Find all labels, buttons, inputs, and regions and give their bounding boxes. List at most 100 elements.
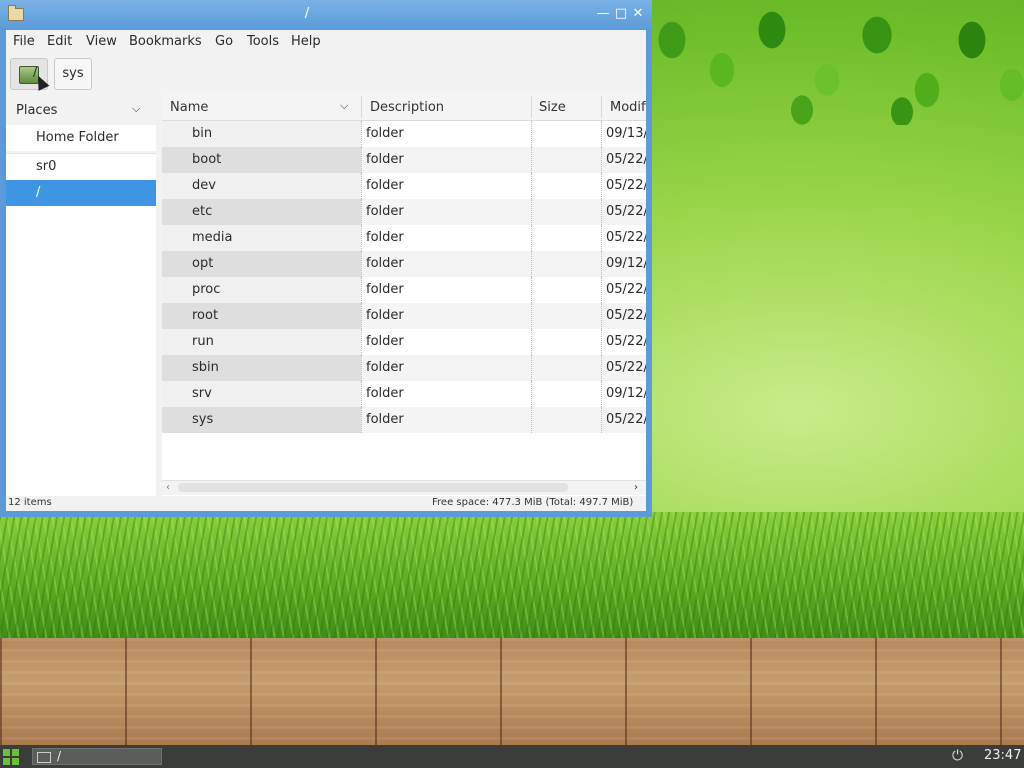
- file-size-cell: [531, 199, 601, 225]
- sidebar-item-label: sr0: [36, 159, 57, 174]
- column-divider: [531, 225, 532, 251]
- taskbar: / ⏻ 23:47: [0, 745, 1024, 768]
- column-divider: [531, 355, 532, 381]
- folder-icon: [37, 752, 51, 763]
- file-modified: 05/22/: [606, 230, 646, 245]
- scroll-right-arrow-icon[interactable]: ›: [634, 482, 638, 493]
- table-row[interactable]: run folder 05/22/: [162, 329, 646, 355]
- horizontal-scrollbar[interactable]: ‹ ›: [162, 480, 646, 495]
- column-header-description[interactable]: Description: [370, 100, 444, 115]
- file-modified-cell: 05/22/: [601, 303, 646, 329]
- column-header-name[interactable]: Name: [170, 100, 208, 115]
- column-divider: [601, 277, 602, 303]
- menu-tools[interactable]: Tools: [247, 34, 279, 49]
- file-description: folder: [366, 412, 404, 427]
- minimize-button[interactable]: —: [596, 7, 610, 21]
- taskbar-window-label: /: [57, 749, 62, 763]
- column-divider[interactable]: [531, 96, 532, 118]
- taskbar-window-button[interactable]: /: [32, 748, 162, 765]
- column-header-modified[interactable]: Modifi: [610, 100, 646, 115]
- table-row[interactable]: dev folder 05/22/: [162, 173, 646, 199]
- chevron-down-icon[interactable]: ⌵: [132, 102, 140, 116]
- column-divider: [531, 329, 532, 355]
- file-name-cell: proc: [162, 277, 361, 303]
- table-row[interactable]: opt folder 09/12/: [162, 251, 646, 277]
- file-modified-cell: 05/22/: [601, 173, 646, 199]
- file-name: root: [192, 308, 219, 323]
- column-divider: [531, 381, 532, 407]
- column-divider: [361, 251, 362, 277]
- path-bar: / sys: [6, 54, 646, 96]
- file-modified: 05/22/: [606, 360, 646, 375]
- column-divider[interactable]: [601, 96, 602, 118]
- column-divider: [531, 173, 532, 199]
- sidebar-item-home-folder[interactable]: Home Folder: [6, 125, 156, 151]
- file-name-cell: root: [162, 303, 361, 329]
- file-name: sbin: [192, 360, 219, 375]
- start-menu-icon[interactable]: [3, 749, 19, 765]
- column-divider: [361, 355, 362, 381]
- scrollbar-thumb[interactable]: [178, 483, 568, 492]
- file-name: etc: [192, 204, 213, 219]
- window-title: /: [304, 6, 310, 21]
- column-divider: [601, 147, 602, 173]
- file-name-cell: sys: [162, 407, 361, 433]
- file-description: folder: [366, 360, 404, 375]
- column-divider: [531, 121, 532, 147]
- table-row[interactable]: etc folder 05/22/: [162, 199, 646, 225]
- file-modified-cell: 05/22/: [601, 277, 646, 303]
- path-button-root[interactable]: /: [10, 58, 50, 91]
- file-name: proc: [192, 282, 221, 297]
- file-modified-cell: 05/22/: [601, 147, 646, 173]
- file-description-cell: folder: [361, 407, 531, 433]
- scroll-left-arrow-icon[interactable]: ‹: [166, 482, 170, 493]
- sidebar-item-sr0[interactable]: sr0: [6, 153, 156, 180]
- file-manager-window: / — □ ✕ File Edit View Bookmarks Go Tool…: [0, 0, 652, 517]
- table-row[interactable]: proc folder 05/22/: [162, 277, 646, 303]
- table-row[interactable]: boot folder 05/22/: [162, 147, 646, 173]
- column-header-size[interactable]: Size: [539, 100, 566, 115]
- file-modified-cell: 05/22/: [601, 199, 646, 225]
- close-button[interactable]: ✕: [631, 7, 645, 21]
- table-row[interactable]: root folder 05/22/: [162, 303, 646, 329]
- file-modified-cell: 05/22/: [601, 329, 646, 355]
- column-divider: [601, 225, 602, 251]
- table-row[interactable]: media folder 05/22/: [162, 225, 646, 251]
- column-divider: [531, 407, 532, 433]
- file-modified: 05/22/: [606, 334, 646, 349]
- file-description: folder: [366, 204, 404, 219]
- window-content: File Edit View Bookmarks Go Tools Help /…: [6, 30, 646, 511]
- power-icon[interactable]: ⏻: [952, 748, 963, 764]
- table-row[interactable]: sbin folder 05/22/: [162, 355, 646, 381]
- menu-bookmarks[interactable]: Bookmarks: [129, 34, 202, 49]
- column-divider: [361, 303, 362, 329]
- column-divider[interactable]: [361, 96, 362, 118]
- file-description: folder: [366, 282, 404, 297]
- wallpaper-grass: [0, 512, 1024, 640]
- file-list-header: Name ⌵ Description Size Modifi: [162, 94, 646, 121]
- file-name-cell: media: [162, 225, 361, 251]
- places-header[interactable]: Places: [16, 103, 57, 118]
- menu-help[interactable]: Help: [291, 34, 321, 49]
- window-titlebar[interactable]: / — □ ✕: [0, 0, 652, 30]
- file-name-cell: bin: [162, 121, 361, 147]
- menu-edit[interactable]: Edit: [47, 34, 72, 49]
- path-button-sys[interactable]: sys: [54, 58, 92, 90]
- file-modified-cell: 05/22/: [601, 355, 646, 381]
- table-row[interactable]: bin folder 09/13/: [162, 121, 646, 147]
- file-name-cell: sbin: [162, 355, 361, 381]
- maximize-button[interactable]: □: [614, 7, 628, 21]
- file-modified-cell: 09/13/: [601, 121, 646, 147]
- menu-view[interactable]: View: [86, 34, 117, 49]
- table-row[interactable]: srv folder 09/12/: [162, 381, 646, 407]
- sidebar-item-root[interactable]: /: [6, 180, 156, 206]
- file-modified: 09/12/: [606, 256, 646, 271]
- file-modified-cell: 09/12/: [601, 381, 646, 407]
- column-divider: [601, 355, 602, 381]
- file-modified-cell: 09/12/: [601, 251, 646, 277]
- menu-go[interactable]: Go: [215, 34, 233, 49]
- table-row[interactable]: sys folder 05/22/: [162, 407, 646, 433]
- chevron-down-icon[interactable]: ⌵: [340, 99, 348, 113]
- clock[interactable]: 23:47: [984, 748, 1021, 763]
- menu-file[interactable]: File: [13, 34, 35, 49]
